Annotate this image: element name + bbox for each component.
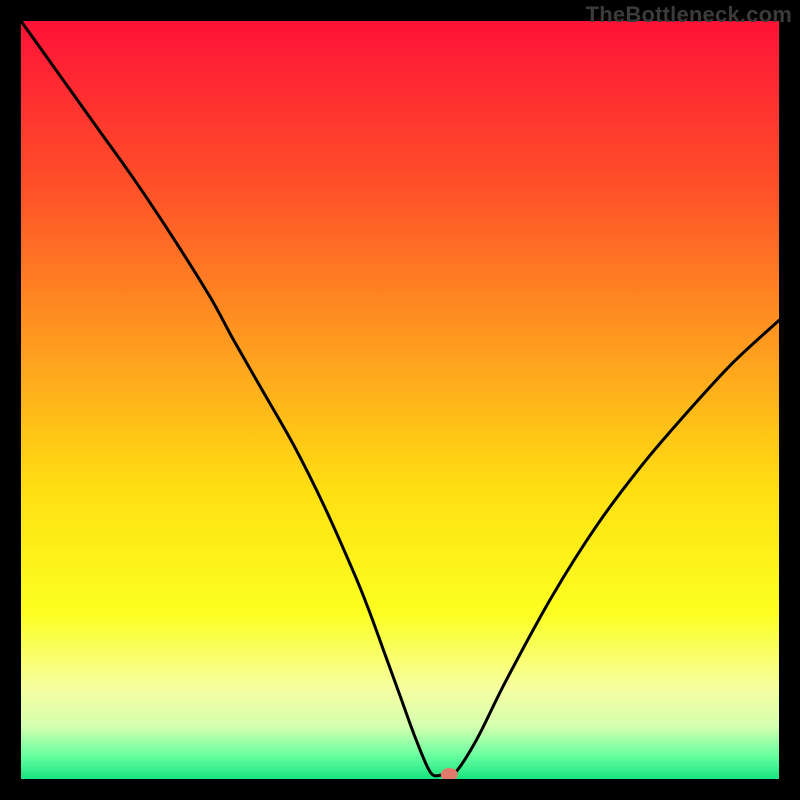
chart-background	[21, 21, 779, 779]
bottleneck-chart	[21, 21, 779, 779]
watermark-text: TheBottleneck.com	[586, 2, 792, 28]
